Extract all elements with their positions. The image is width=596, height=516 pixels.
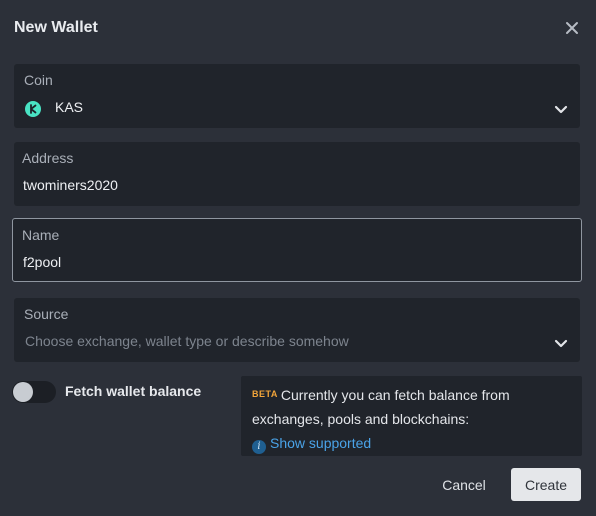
fetch-balance-toggle[interactable] xyxy=(12,381,56,403)
info-icon[interactable]: i xyxy=(252,440,266,454)
address-value: twominers2020 xyxy=(23,177,118,193)
dialog-title: New Wallet xyxy=(14,19,98,36)
coin-label: Coin xyxy=(24,72,53,88)
beta-info-box: BETA Currently you can fetch balance from… xyxy=(241,376,582,456)
kaspa-coin-icon xyxy=(25,101,41,117)
name-label: Name xyxy=(22,227,60,243)
source-select[interactable]: Source Choose exchange, wallet type or d… xyxy=(14,298,580,362)
info-text: Currently you can fetch balance from exc… xyxy=(252,387,510,427)
coin-select[interactable]: Coin KAS xyxy=(14,64,580,128)
chevron-down-icon[interactable] xyxy=(554,339,568,349)
cancel-button[interactable]: Cancel xyxy=(432,469,496,501)
name-value: f2pool xyxy=(23,254,62,270)
source-placeholder: Choose exchange, wallet type or describe… xyxy=(25,333,349,349)
name-field[interactable]: Name f2pool xyxy=(12,218,582,282)
address-field[interactable]: Address twominers2020 xyxy=(14,142,580,206)
create-button[interactable]: Create xyxy=(511,468,581,501)
toggle-knob xyxy=(13,382,33,402)
close-icon[interactable] xyxy=(563,19,581,37)
chevron-down-icon[interactable] xyxy=(554,105,568,115)
new-wallet-dialog: New Wallet Coin KAS Address twominers202… xyxy=(0,0,596,516)
fetch-balance-label: Fetch wallet balance xyxy=(65,383,202,399)
beta-badge: BETA xyxy=(252,389,278,399)
coin-value: KAS xyxy=(55,99,84,115)
show-supported-link[interactable]: Show supported xyxy=(270,435,371,451)
source-label: Source xyxy=(24,306,69,322)
address-label: Address xyxy=(22,150,74,166)
